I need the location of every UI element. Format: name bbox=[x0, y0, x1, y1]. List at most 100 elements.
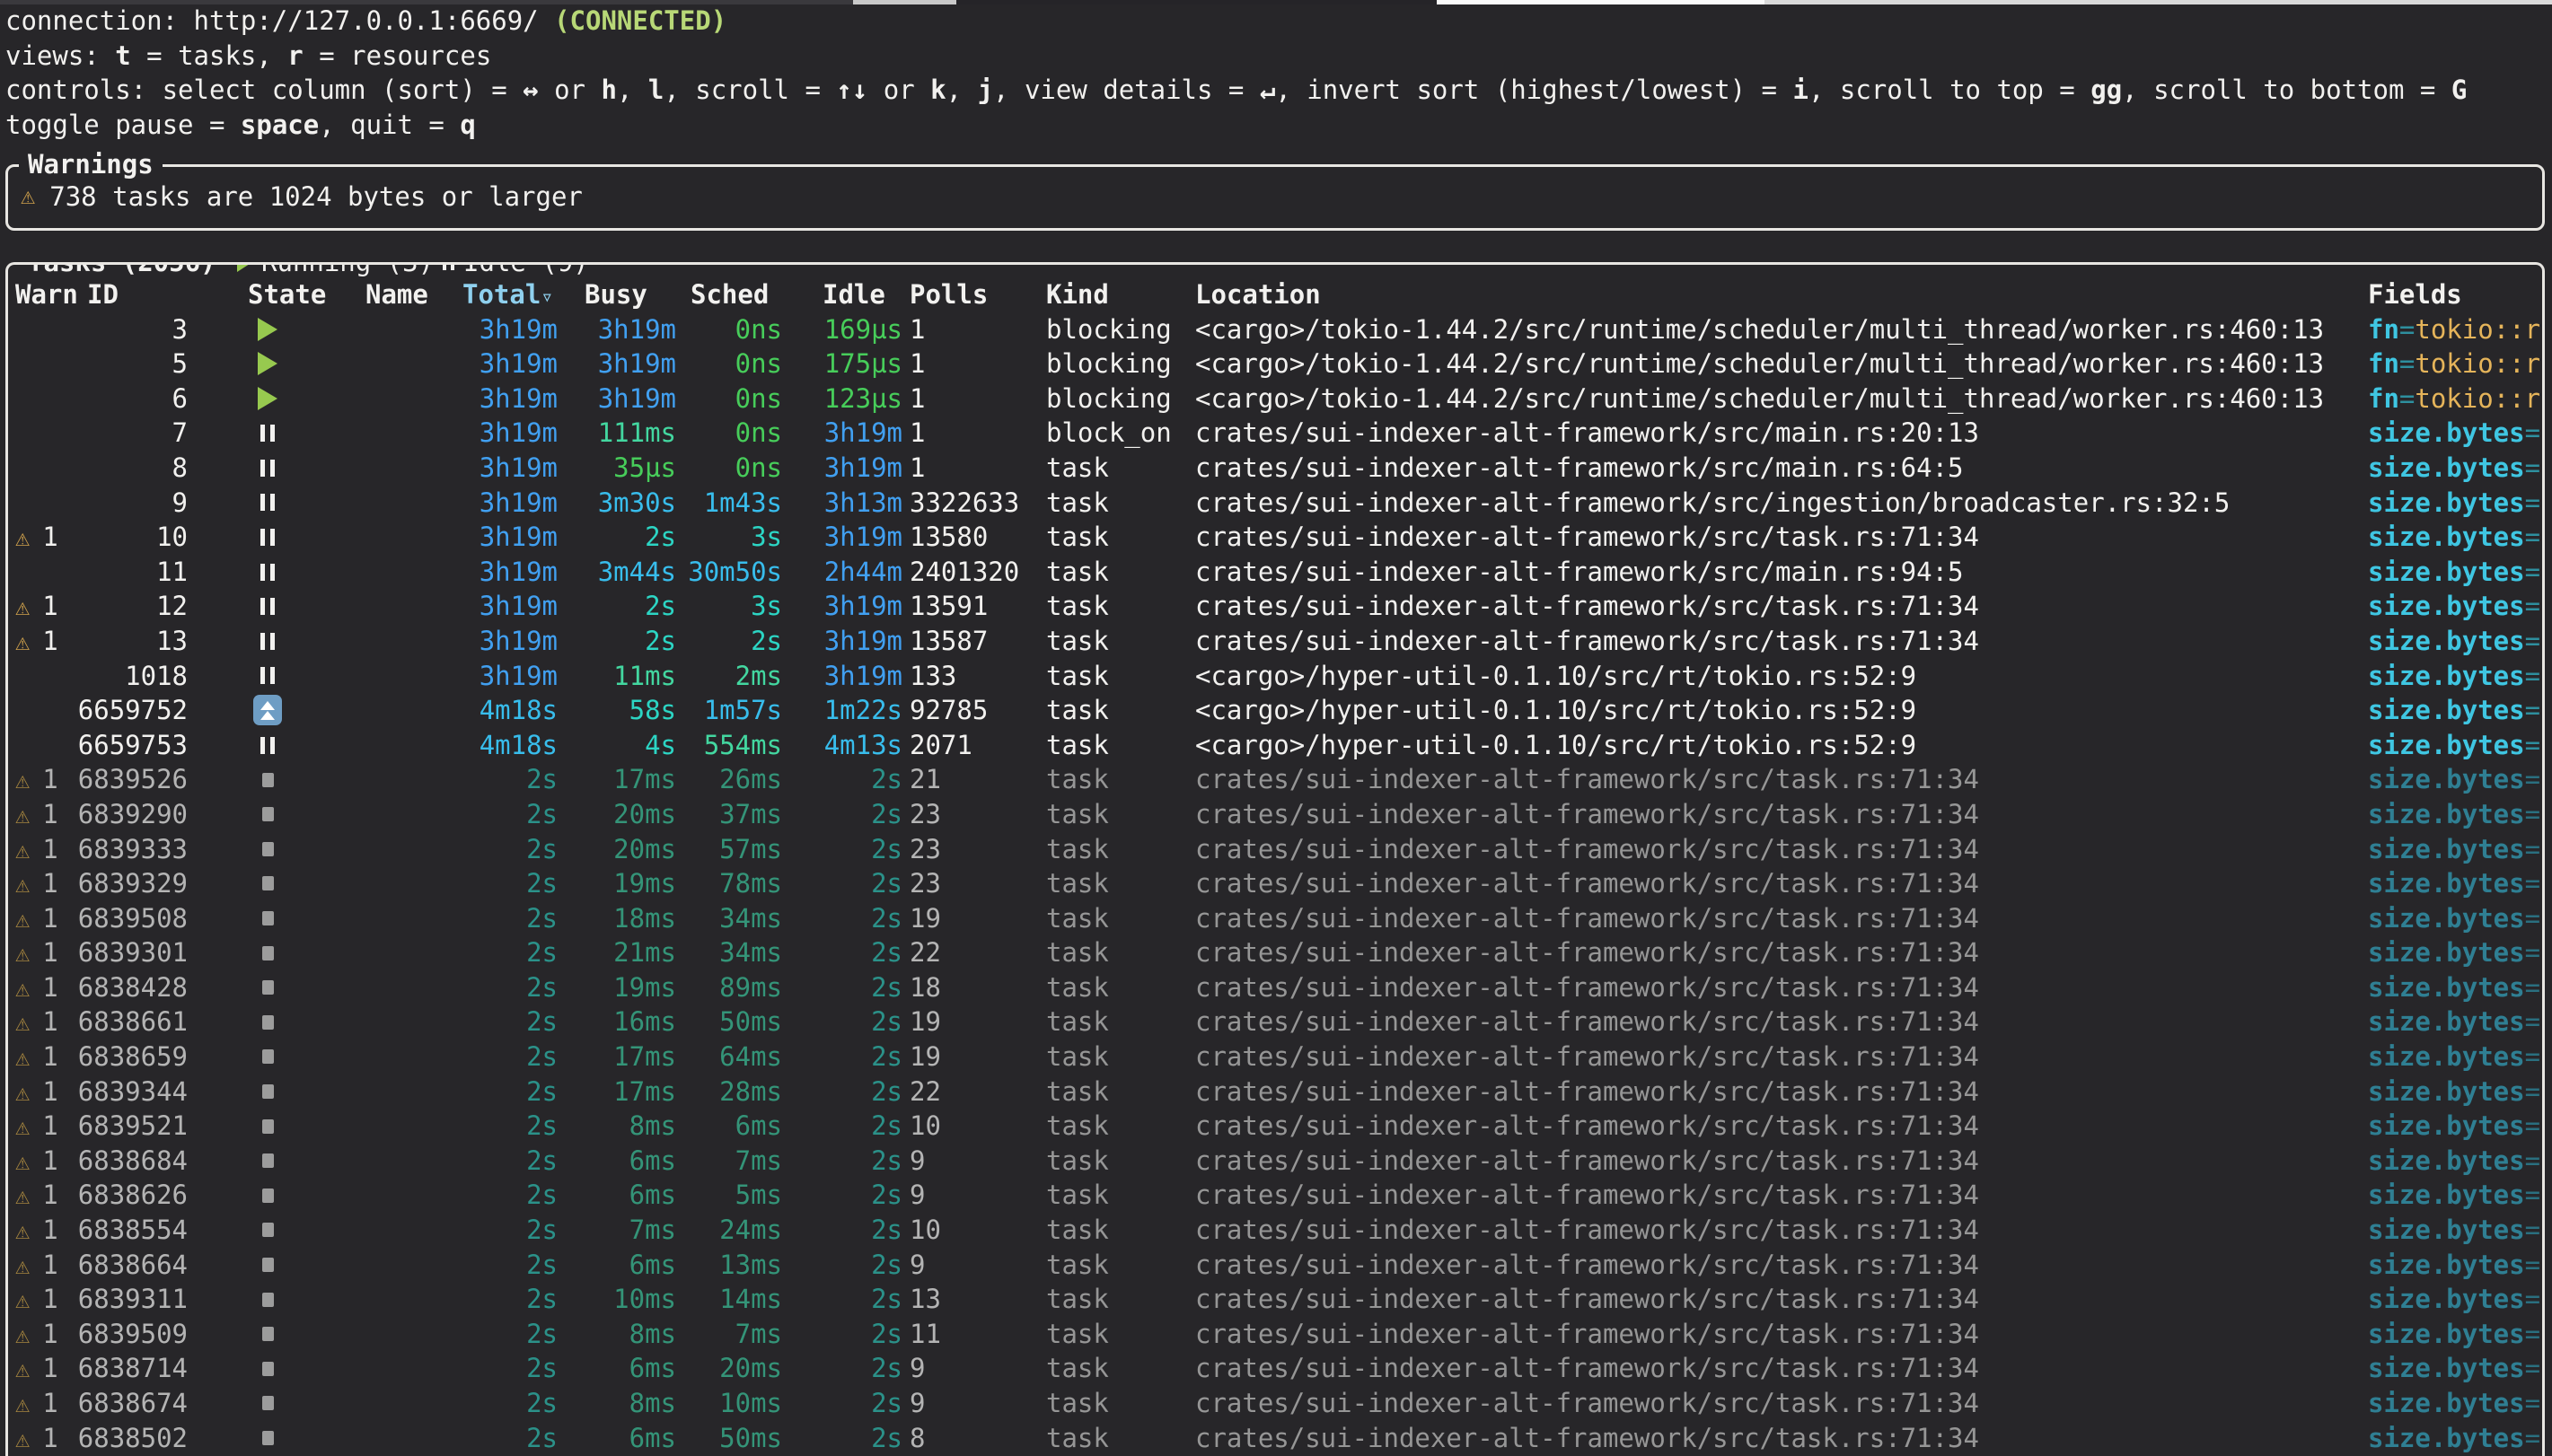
task-row[interactable]: 33h19m3h19m0ns169µs1blocking<cargo>/toki… bbox=[8, 312, 2542, 347]
completed-state-icon bbox=[262, 876, 274, 890]
column-header-warn[interactable]: Warn bbox=[15, 277, 78, 312]
column-header-idle[interactable]: Idle bbox=[823, 277, 885, 312]
task-row[interactable]: ⚠168384282s19ms89ms2s18taskcrates/sui-in… bbox=[8, 970, 2542, 1005]
column-header-state[interactable]: State bbox=[248, 277, 326, 312]
status-text: , bbox=[946, 75, 978, 105]
field-equals: = bbox=[2525, 557, 2540, 587]
field-equals: = bbox=[2525, 799, 2540, 829]
completed-state-icon bbox=[262, 1015, 274, 1030]
cell-sched: 2s bbox=[673, 624, 782, 659]
task-row[interactable]: ⚠1103h19m2s3s3h19m13580taskcrates/sui-in… bbox=[8, 520, 2542, 555]
cell-id: 6838661 bbox=[71, 1004, 188, 1039]
warnings-list: ⚠738 tasks are 1024 bytes or larger bbox=[21, 180, 2542, 215]
task-row[interactable]: 66597524m18s58s1m57s1m22s92785task<cargo… bbox=[8, 693, 2542, 728]
cell-kind: task bbox=[1046, 1144, 1190, 1179]
task-row[interactable]: ⚠168393292s19ms78ms2s23taskcrates/sui-in… bbox=[8, 866, 2542, 901]
cell-sched: 1m57s bbox=[673, 693, 782, 728]
row-warning-icon: ⚠ bbox=[15, 802, 30, 829]
cell-sched: 28ms bbox=[673, 1074, 782, 1110]
completed-state-icon bbox=[262, 1293, 274, 1307]
column-header-sched[interactable]: Sched bbox=[691, 277, 769, 312]
cell-location: crates/sui-indexer-alt-framework/src/tas… bbox=[1195, 1351, 2363, 1386]
column-header-id[interactable]: ID bbox=[87, 277, 119, 312]
row-warning-icon: ⚠ bbox=[15, 940, 30, 968]
cell-kind: task bbox=[1046, 1213, 1190, 1248]
cell-busy: 3h19m bbox=[565, 382, 676, 417]
field-key: size.bytes bbox=[2368, 1388, 2525, 1418]
idle-state-icon bbox=[260, 667, 275, 684]
task-row[interactable]: ⚠168386262s6ms5ms2s9taskcrates/sui-index… bbox=[8, 1178, 2542, 1213]
task-row[interactable]: ⚠168386842s6ms7ms2s9taskcrates/sui-index… bbox=[8, 1144, 2542, 1179]
task-row[interactable]: 66597534m18s4s554ms4m13s2071task<cargo>/… bbox=[8, 728, 2542, 763]
cell-id: 6839344 bbox=[71, 1074, 188, 1110]
field-key: size.bytes bbox=[2368, 557, 2525, 587]
row-warning-icon: ⚠ bbox=[15, 1079, 30, 1107]
cell-fields: size.bytes= bbox=[2368, 520, 2545, 555]
cell-sched: 30m50s bbox=[673, 555, 782, 590]
field-equals: = bbox=[2525, 1006, 2540, 1037]
field-key: size.bytes bbox=[2368, 487, 2525, 518]
task-row[interactable]: 83h19m35µs0ns3h19m1taskcrates/sui-indexe… bbox=[8, 451, 2542, 486]
task-row[interactable]: ⚠168386592s17ms64ms2s19taskcrates/sui-in… bbox=[8, 1039, 2542, 1074]
field-equals: = bbox=[2525, 1215, 2540, 1245]
cell-polls: 1 bbox=[910, 382, 1040, 417]
task-row[interactable]: 10183h19m11ms2ms3h19m133task<cargo>/hype… bbox=[8, 659, 2542, 694]
task-row[interactable]: ⚠168395082s18ms34ms2s19taskcrates/sui-in… bbox=[8, 901, 2542, 936]
task-row[interactable]: ⚠168392902s20ms37ms2s23taskcrates/sui-in… bbox=[8, 797, 2542, 832]
cell-fields: size.bytes= bbox=[2368, 1421, 2545, 1456]
cell-idle: 2s bbox=[780, 762, 902, 797]
task-row[interactable]: ⚠168385022s6ms50ms2s8taskcrates/sui-inde… bbox=[8, 1421, 2542, 1456]
cell-polls: 1 bbox=[910, 416, 1040, 451]
task-row[interactable]: ⚠168393112s10ms14ms2s13taskcrates/sui-in… bbox=[8, 1282, 2542, 1317]
cell-state bbox=[245, 1178, 290, 1213]
task-row[interactable]: ⚠1123h19m2s3s3h19m13591taskcrates/sui-in… bbox=[8, 589, 2542, 624]
task-row[interactable]: ⚠168386612s16ms50ms2s19taskcrates/sui-in… bbox=[8, 1004, 2542, 1039]
task-row[interactable]: ⚠168393332s20ms57ms2s23taskcrates/sui-in… bbox=[8, 832, 2542, 867]
field-equals: = bbox=[2525, 591, 2540, 621]
row-warning-icon: ⚠ bbox=[15, 906, 30, 934]
cell-total: 2s bbox=[439, 1074, 558, 1110]
cell-state bbox=[245, 382, 290, 417]
task-row[interactable]: ⚠168387142s6ms20ms2s9taskcrates/sui-inde… bbox=[8, 1351, 2542, 1386]
cell-total: 2s bbox=[439, 1421, 558, 1456]
column-header-total[interactable]: Total▿ bbox=[462, 277, 553, 312]
cell-state bbox=[245, 520, 290, 555]
task-row[interactable]: 113h19m3m44s30m50s2h44m2401320taskcrates… bbox=[8, 555, 2542, 590]
cell-kind: task bbox=[1046, 693, 1190, 728]
column-header-location[interactable]: Location bbox=[1195, 277, 1321, 312]
task-row[interactable]: ⚠168393442s17ms28ms2s22taskcrates/sui-in… bbox=[8, 1074, 2542, 1110]
column-header-polls[interactable]: Polls bbox=[910, 277, 988, 312]
cell-polls: 10 bbox=[910, 1213, 1040, 1248]
task-row[interactable]: ⚠168395092s8ms7ms2s11taskcrates/sui-inde… bbox=[8, 1317, 2542, 1352]
cell-idle: 3h19m bbox=[780, 451, 902, 486]
task-row[interactable]: ⚠168395262s17ms26ms2s21taskcrates/sui-in… bbox=[8, 762, 2542, 797]
cell-state bbox=[245, 693, 290, 728]
task-row[interactable]: ⚠168386642s6ms13ms2s9taskcrates/sui-inde… bbox=[8, 1248, 2542, 1283]
task-row[interactable]: ⚠168393012s21ms34ms2s22taskcrates/sui-in… bbox=[8, 935, 2542, 970]
task-row[interactable]: 63h19m3h19m0ns123µs1blocking<cargo>/toki… bbox=[8, 382, 2542, 417]
cell-fields: size.bytes= bbox=[2368, 486, 2545, 521]
cell-sched: 1m43s bbox=[673, 486, 782, 521]
cell-kind: task bbox=[1046, 1282, 1190, 1317]
task-row[interactable]: 53h19m3h19m0ns175µs1blocking<cargo>/toki… bbox=[8, 346, 2542, 382]
task-row[interactable]: 73h19m111ms0ns3h19m1block_oncrates/sui-i… bbox=[8, 416, 2542, 451]
cell-id: 6838502 bbox=[71, 1421, 188, 1456]
task-row[interactable]: ⚠168395212s8ms6ms2s10taskcrates/sui-inde… bbox=[8, 1109, 2542, 1144]
column-header-fields[interactable]: Fields bbox=[2368, 277, 2462, 312]
column-header-kind[interactable]: Kind bbox=[1046, 277, 1109, 312]
cell-id: 6838659 bbox=[71, 1039, 188, 1074]
status-text: , quit = bbox=[319, 110, 460, 140]
cell-total: 3h19m bbox=[439, 451, 558, 486]
field-equals: = bbox=[2525, 1388, 2540, 1418]
task-row[interactable]: ⚠168386742s8ms10ms2s9taskcrates/sui-inde… bbox=[8, 1386, 2542, 1421]
column-header-name[interactable]: Name bbox=[365, 277, 428, 312]
cell-polls: 13 bbox=[910, 1282, 1040, 1317]
cell-kind: task bbox=[1046, 624, 1190, 659]
cell-id: 6838684 bbox=[71, 1144, 188, 1179]
column-header-busy[interactable]: Busy bbox=[585, 277, 647, 312]
cell-total: 3h19m bbox=[439, 659, 558, 694]
task-row[interactable]: 93h19m3m30s1m43s3h13m3322633taskcrates/s… bbox=[8, 486, 2542, 521]
task-row[interactable]: ⚠1133h19m2s2s3h19m13587taskcrates/sui-in… bbox=[8, 624, 2542, 659]
task-row[interactable]: ⚠168385542s7ms24ms2s10taskcrates/sui-ind… bbox=[8, 1213, 2542, 1248]
cell-total: 2s bbox=[439, 866, 558, 901]
